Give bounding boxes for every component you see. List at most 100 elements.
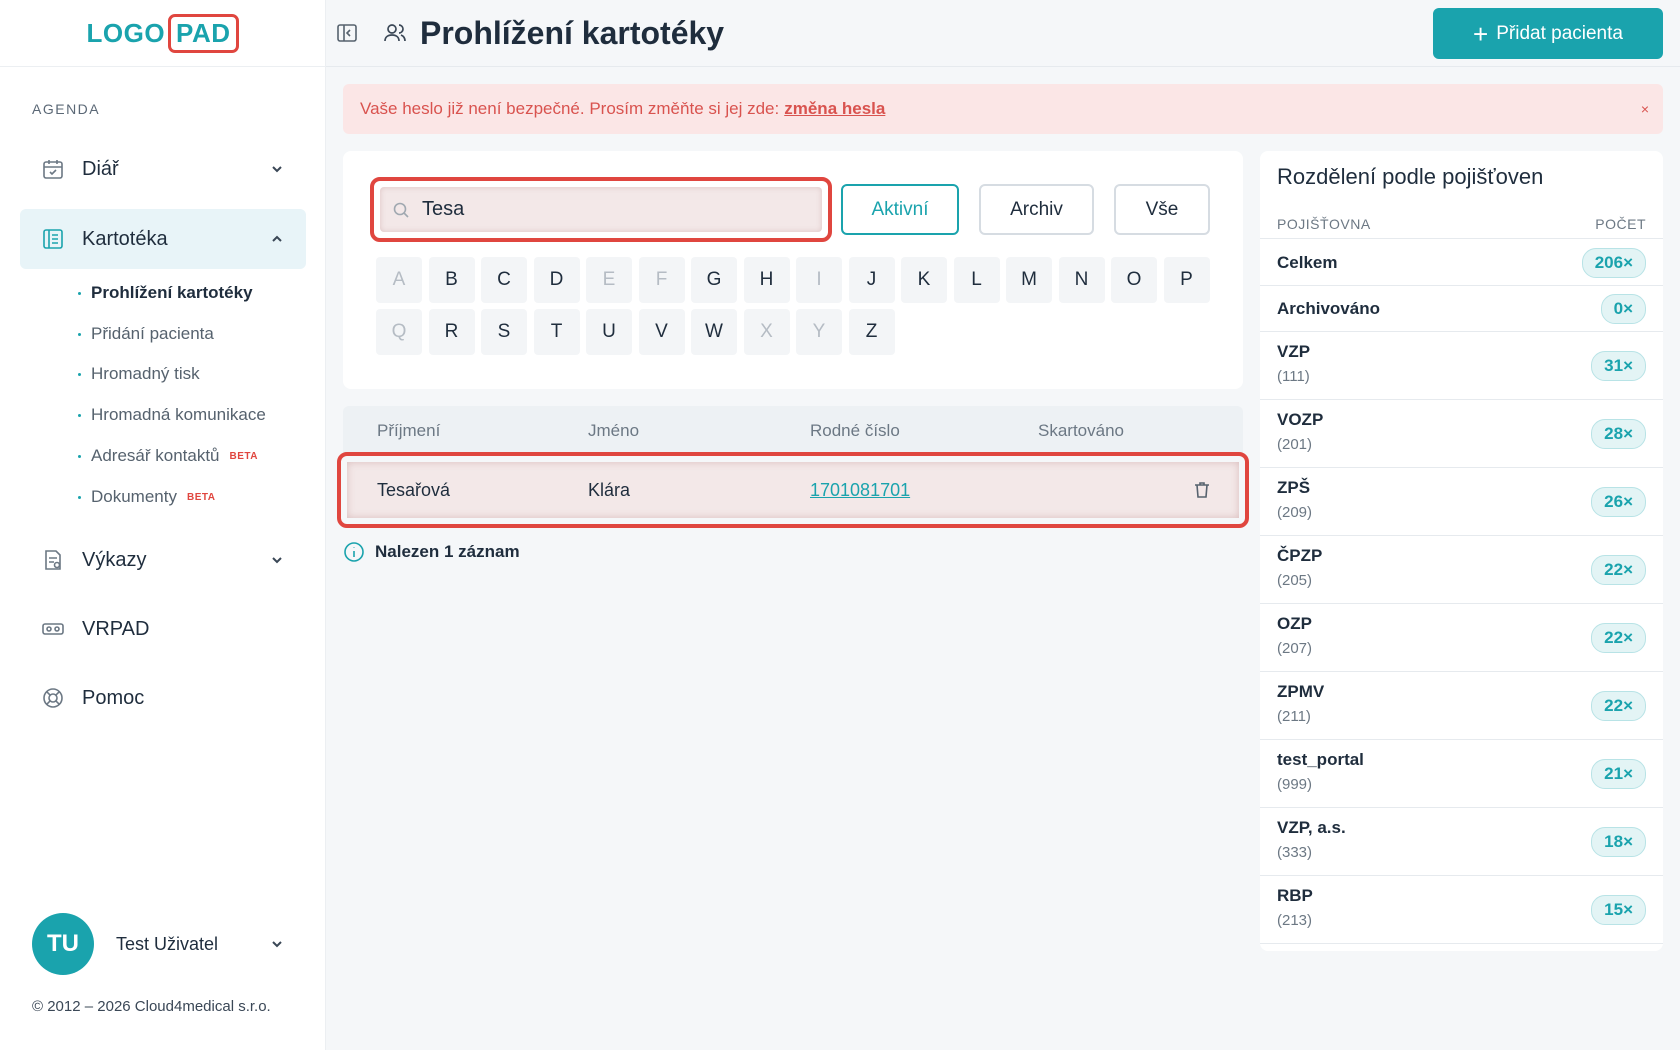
insurers-panel: Rozdělení podle pojišťoven POJIŠŤOVNA PO… xyxy=(1260,151,1663,951)
insurer-row: VZP, a.s. (333) 18× xyxy=(1260,808,1663,876)
sidebar-item-label: Diář xyxy=(82,157,119,180)
subitem-hromadny-tisk[interactable]: Hromadný tisk xyxy=(78,364,200,384)
subitem-label: Adresář kontaktů xyxy=(91,446,220,465)
add-patient-button[interactable]: + Přidat pacienta xyxy=(1433,8,1663,59)
insurer-code: (999) xyxy=(1277,776,1313,793)
cell-surname: Tesařová xyxy=(377,479,451,500)
insurer-count-badge: 206× xyxy=(1581,247,1646,278)
insurer-row: ZPMV (211) 22× xyxy=(1260,672,1663,740)
logo[interactable]: LOGO PAD xyxy=(86,13,239,53)
vr-headset-icon xyxy=(40,616,66,642)
chevron-down-icon xyxy=(270,937,284,951)
insurer-name: VOZP xyxy=(1277,410,1324,429)
letter-button-s[interactable]: S xyxy=(481,309,527,355)
letter-button-n[interactable]: N xyxy=(1058,257,1105,303)
cell-name: Klára xyxy=(588,479,631,500)
users-icon xyxy=(382,20,408,46)
letter-button-o[interactable]: O xyxy=(1111,257,1157,303)
beta-badge: BETA xyxy=(186,491,216,503)
column-header-name[interactable]: Jméno xyxy=(588,421,639,441)
insurer-name: ZPŠ xyxy=(1277,478,1311,497)
book-icon xyxy=(40,226,66,252)
letter-button-f: F xyxy=(638,257,685,303)
insurer-name: Celkem xyxy=(1277,253,1338,272)
filter-archiv-button[interactable]: Archiv xyxy=(979,184,1094,235)
sidebar-collapse-icon[interactable] xyxy=(336,22,358,44)
letter-button-z[interactable]: Z xyxy=(848,309,895,355)
row-highlight: Tesařová Klára 1701081701 xyxy=(337,452,1249,528)
sidebar-item-diar[interactable]: Diář xyxy=(20,139,306,199)
header: Prohlížení kartotéky + Přidat pacienta xyxy=(326,0,1680,67)
insurers-header: POJIŠŤOVNA POČET xyxy=(1260,206,1663,239)
sidebar-item-vykazy[interactable]: Výkazy xyxy=(20,530,306,590)
sidebar-item-kartoteka[interactable]: Kartotéka xyxy=(20,209,306,269)
avatar: TU xyxy=(32,913,94,975)
letter-button-c[interactable]: C xyxy=(481,257,527,303)
insurer-code: (211) xyxy=(1277,708,1311,725)
table-header: Příjmení Jméno Rodné číslo Skartováno xyxy=(343,406,1243,456)
search-input[interactable] xyxy=(422,198,802,221)
table-row[interactable]: Tesařová Klára 1701081701 xyxy=(347,462,1239,518)
letter-button-w[interactable]: W xyxy=(691,309,737,355)
report-icon xyxy=(40,547,66,573)
sidebar-item-pomoc[interactable]: Pomoc xyxy=(20,668,306,728)
alert-text: Vaše heslo již není bezpečné. Prosím změ… xyxy=(360,99,780,118)
add-patient-label: Přidat pacienta xyxy=(1496,22,1623,44)
insurer-row: VZP (111) 31× xyxy=(1260,332,1663,400)
insurer-name: Archivováno xyxy=(1277,299,1380,318)
insurer-code: (111) xyxy=(1277,368,1310,385)
column-header-shredded[interactable]: Skartováno xyxy=(1038,421,1124,441)
letter-button-j[interactable]: J xyxy=(848,257,895,303)
letter-button-r[interactable]: R xyxy=(428,309,475,355)
change-password-link[interactable]: změna hesla xyxy=(784,99,885,119)
subitem-pridani-pacienta[interactable]: Přidání pacienta xyxy=(78,324,214,344)
page-title: Prohlížení kartotéky xyxy=(420,14,725,51)
subitem-hromadna-komunikace[interactable]: Hromadná komunikace xyxy=(78,405,266,425)
insurer-row: Archivováno 0× xyxy=(1260,286,1663,332)
column-header-birth-number[interactable]: Rodné číslo xyxy=(810,421,900,441)
sidebar-item-label: Kartotéka xyxy=(82,227,168,250)
cell-birth-number-link[interactable]: 1701081701 xyxy=(810,480,910,501)
subitem-label: Dokumenty xyxy=(91,487,177,506)
filter-aktivni-button[interactable]: Aktivní xyxy=(841,184,959,235)
user-name: Test Uživatel xyxy=(116,933,219,954)
letter-button-t[interactable]: T xyxy=(533,309,580,355)
letter-button-d[interactable]: D xyxy=(533,257,580,303)
letter-button-b[interactable]: B xyxy=(428,257,475,303)
letter-button-v[interactable]: V xyxy=(638,309,685,355)
letter-button-k[interactable]: K xyxy=(901,257,947,303)
close-icon[interactable]: × xyxy=(1641,101,1649,117)
section-label-agenda: AGENDA xyxy=(32,101,101,117)
insurer-name: test_portal xyxy=(1277,750,1364,769)
insurers-title: Rozdělení podle pojišťoven xyxy=(1277,164,1544,189)
letter-button-l[interactable]: L xyxy=(953,257,1000,303)
insurer-row: Celkem 206× xyxy=(1260,240,1663,286)
letter-button-e: E xyxy=(586,257,632,303)
info-icon xyxy=(343,541,365,563)
insurer-row: ČPZP (205) 22× xyxy=(1260,536,1663,604)
letter-button-p[interactable]: P xyxy=(1163,257,1210,303)
sidebar-item-vrpad[interactable]: VRPAD xyxy=(20,599,306,659)
sidebar-item-label: Výkazy xyxy=(82,548,147,571)
letter-button-h[interactable]: H xyxy=(743,257,790,303)
sidebar-item-label: Pomoc xyxy=(82,686,145,709)
insurer-name: VZP, a.s. xyxy=(1277,818,1346,837)
subitem-dokumenty[interactable]: Dokumenty BETA xyxy=(78,487,215,507)
search-icon xyxy=(392,201,410,219)
filter-vse-button[interactable]: Vše xyxy=(1114,184,1210,235)
user-menu[interactable]: TU Test Uživatel xyxy=(32,913,292,975)
search-highlight xyxy=(370,177,832,242)
lifebuoy-icon xyxy=(40,685,66,711)
subitem-adresar-kontaktu[interactable]: Adresář kontaktů BETA xyxy=(78,446,258,466)
letter-button-m[interactable]: M xyxy=(1006,257,1052,303)
insurer-code: (209) xyxy=(1277,504,1313,521)
search-panel: Aktivní Archiv Vše ABCDEFGHIJKLMNOP QRSTU… xyxy=(343,151,1243,389)
letter-button-g[interactable]: G xyxy=(691,257,737,303)
trash-icon[interactable] xyxy=(1192,480,1212,500)
letter-button-u[interactable]: U xyxy=(586,309,632,355)
chevron-up-icon xyxy=(270,232,284,246)
column-header-surname[interactable]: Příjmení xyxy=(377,421,440,441)
results-count: Nalezen 1 záznam xyxy=(343,541,520,563)
insurer-count-badge: 22× xyxy=(1591,554,1646,585)
subitem-prohlizeni-kartoteky[interactable]: Prohlížení kartotéky xyxy=(78,283,253,303)
